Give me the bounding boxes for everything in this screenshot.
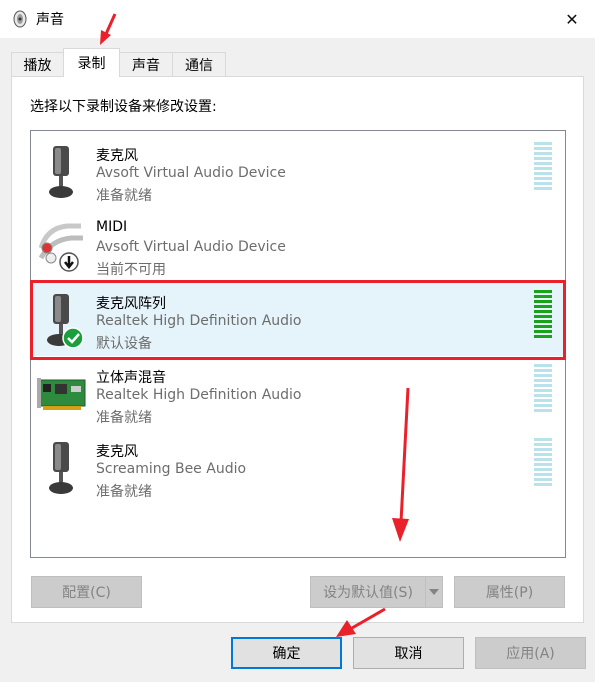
- meter-segment: [534, 157, 552, 160]
- meter-segment: [534, 300, 552, 303]
- meter-segment: [534, 369, 552, 372]
- device-status: 准备就绪: [96, 410, 152, 426]
- midi-cable-icon: [38, 223, 83, 272]
- meter-segment: [534, 325, 552, 328]
- microphone-icon: [47, 294, 84, 348]
- device-status: 默认设备: [96, 336, 152, 352]
- level-meter: [534, 364, 552, 414]
- set-default-button[interactable]: 设为默认值(S): [310, 576, 426, 608]
- speaker-icon: [13, 10, 27, 28]
- meter-segment: [534, 448, 552, 451]
- meter-segment: [534, 404, 552, 407]
- list-item[interactable]: 麦克风 Avsoft Virtual Audio Device 准备就绪: [31, 134, 565, 208]
- device-name: MIDI: [96, 219, 128, 235]
- device-description: Screaming Bee Audio: [96, 461, 247, 477]
- device-description: Avsoft Virtual Audio Device: [96, 239, 286, 255]
- list-item[interactable]: MIDI Avsoft Virtual Audio Device 当前不可用: [31, 208, 565, 282]
- device-description: Realtek High Definition Audio: [96, 387, 302, 403]
- meter-segment: [534, 142, 552, 145]
- configure-button[interactable]: 配置(C): [31, 576, 142, 608]
- meter-segment: [534, 187, 552, 190]
- meter-segment: [534, 443, 552, 446]
- meter-segment: [534, 458, 552, 461]
- microphone-icon: [49, 146, 73, 198]
- device-name: 立体声混音: [96, 370, 166, 386]
- tab-sounds[interactable]: 声音: [119, 52, 173, 76]
- sound-card-icon: [37, 378, 86, 410]
- device-name: 麦克风: [96, 444, 138, 460]
- window-title: 声音: [36, 12, 64, 28]
- meter-segment: [534, 478, 552, 481]
- level-meter: [534, 290, 552, 340]
- meter-segment: [534, 335, 552, 338]
- device-description: Avsoft Virtual Audio Device: [96, 165, 286, 181]
- meter-segment: [534, 453, 552, 456]
- close-button[interactable]: ✕: [556, 4, 588, 34]
- meter-segment: [534, 152, 552, 155]
- meter-segment: [534, 177, 552, 180]
- apply-button[interactable]: 应用(A): [475, 637, 586, 669]
- ok-button[interactable]: 确定: [231, 637, 342, 669]
- meter-segment: [534, 182, 552, 185]
- device-name: 麦克风阵列: [96, 296, 166, 312]
- meter-segment: [534, 295, 552, 298]
- instruction-label: 选择以下录制设备来修改设置:: [30, 99, 217, 115]
- list-item[interactable]: 麦克风阵列 Realtek High Definition Audio 默认设备: [31, 282, 565, 356]
- meter-segment: [534, 320, 552, 323]
- device-list[interactable]: 麦克风 Avsoft Virtual Audio Device 准备就绪 MID…: [30, 130, 566, 558]
- tab-playback[interactable]: 播放: [11, 52, 64, 76]
- meter-segment: [534, 483, 552, 486]
- tab-recording[interactable]: 录制: [63, 48, 120, 77]
- meter-segment: [534, 384, 552, 387]
- chevron-down-icon: [429, 589, 439, 595]
- device-name: 麦克风: [96, 148, 138, 164]
- meter-segment: [534, 438, 552, 441]
- meter-segment: [534, 315, 552, 318]
- title-bar: 声音 ✕: [0, 0, 595, 38]
- meter-segment: [534, 463, 552, 466]
- list-item[interactable]: 立体声混音 Realtek High Definition Audio 准备就绪: [31, 356, 565, 430]
- meter-segment: [534, 310, 552, 313]
- meter-segment: [534, 147, 552, 150]
- cancel-button[interactable]: 取消: [353, 637, 464, 669]
- tab-communications[interactable]: 通信: [172, 52, 226, 76]
- meter-segment: [534, 167, 552, 170]
- set-default-dropdown[interactable]: [425, 576, 443, 608]
- meter-segment: [534, 305, 552, 308]
- level-meter: [534, 438, 552, 488]
- meter-segment: [534, 172, 552, 175]
- meter-segment: [534, 473, 552, 476]
- device-status: 当前不可用: [96, 262, 166, 278]
- list-item[interactable]: 麦克风 Screaming Bee Audio 准备就绪: [31, 430, 565, 504]
- meter-segment: [534, 399, 552, 402]
- meter-segment: [534, 389, 552, 392]
- meter-segment: [534, 409, 552, 412]
- device-description: Realtek High Definition Audio: [96, 313, 302, 329]
- meter-segment: [534, 290, 552, 293]
- level-meter: [534, 142, 552, 192]
- meter-segment: [534, 468, 552, 471]
- microphone-icon: [49, 442, 73, 494]
- device-status: 准备就绪: [96, 484, 152, 500]
- meter-segment: [534, 364, 552, 367]
- device-status: 准备就绪: [96, 188, 152, 204]
- meter-segment: [534, 379, 552, 382]
- properties-button[interactable]: 属性(P): [454, 576, 565, 608]
- meter-segment: [534, 374, 552, 377]
- meter-segment: [534, 394, 552, 397]
- close-icon: ✕: [565, 9, 579, 29]
- meter-segment: [534, 330, 552, 333]
- meter-segment: [534, 162, 552, 165]
